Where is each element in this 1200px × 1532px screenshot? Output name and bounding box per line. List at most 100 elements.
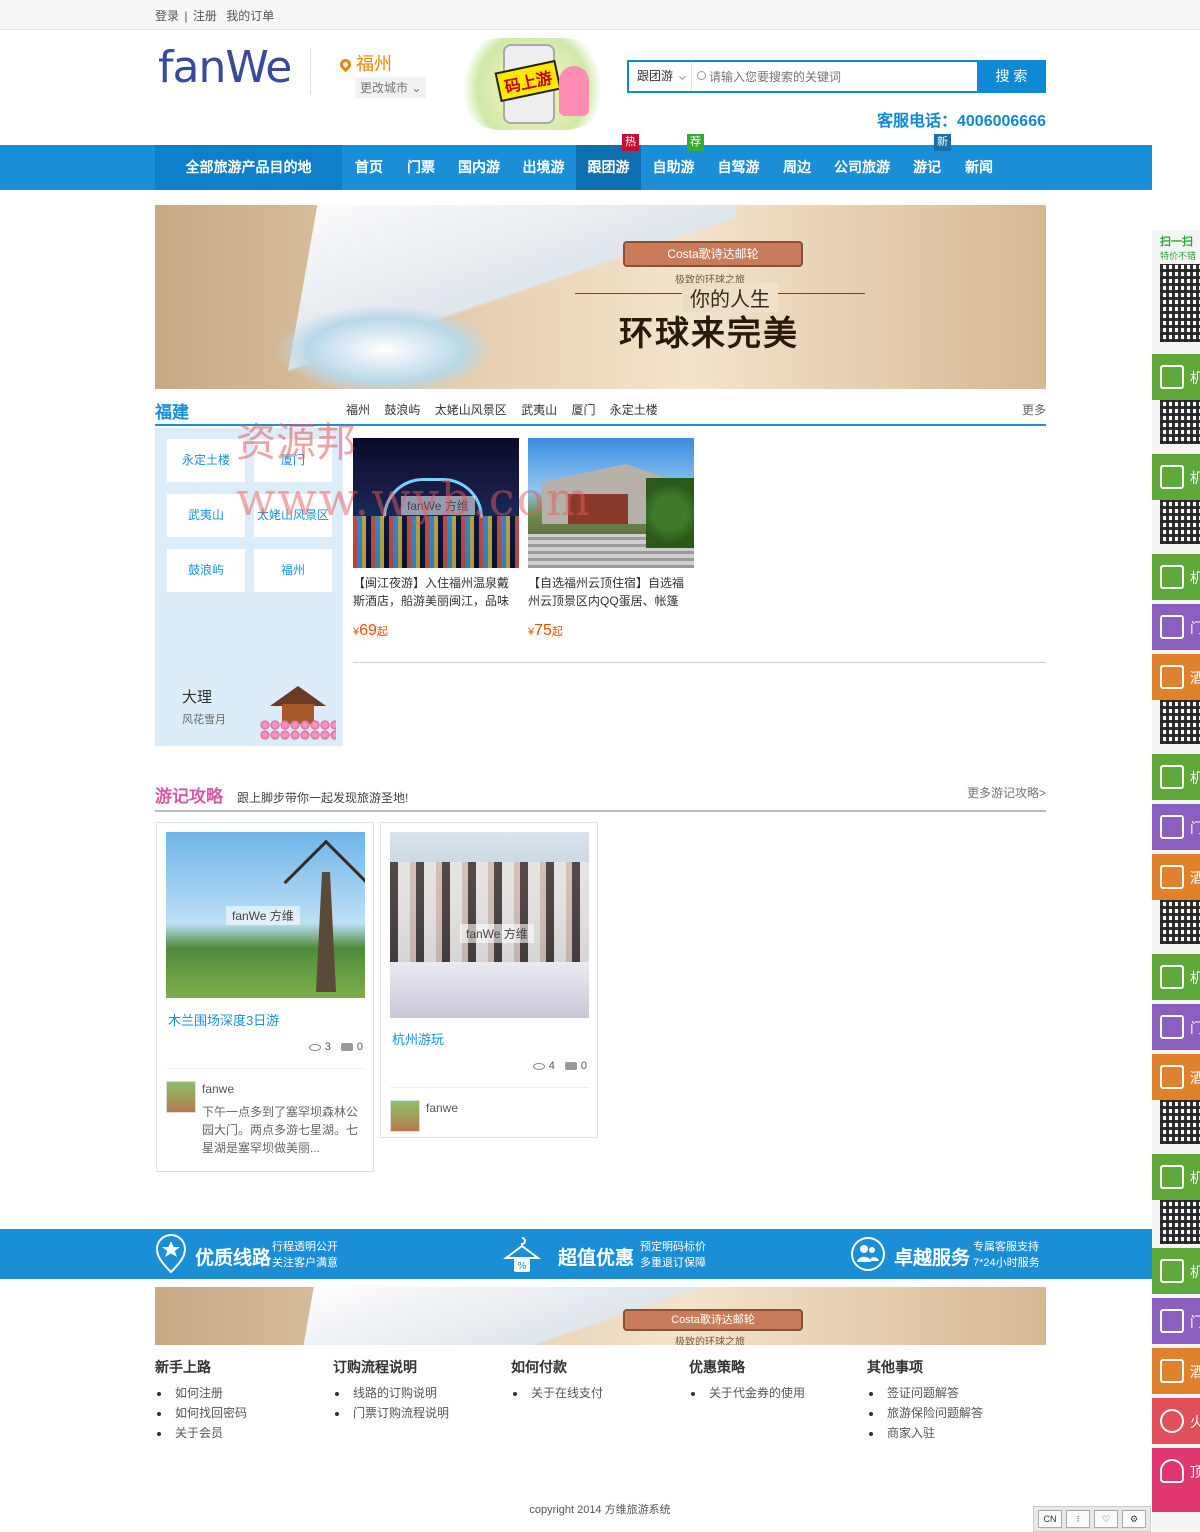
site-logo[interactable]: fanWe (158, 42, 292, 93)
favorite-button[interactable]: ♡ (1094, 1510, 1118, 1528)
tag-yongding[interactable]: 永定土楼 (167, 439, 245, 482)
footer-link[interactable]: 关于会员 (155, 1423, 247, 1443)
search-scope-select[interactable]: 跟团游 (629, 62, 692, 91)
tag-fuzhou[interactable]: 福州 (254, 549, 332, 592)
section-divider (353, 662, 1046, 663)
nav-self-guided[interactable]: 自助游 荐 (641, 134, 706, 190)
footer-link[interactable]: 签证问题解答 (867, 1383, 983, 1403)
side-tile-flight[interactable]: 机 (1152, 1154, 1200, 1200)
side-tile-flight[interactable]: 机 (1152, 754, 1200, 800)
avatar[interactable] (390, 1100, 420, 1132)
footer-link[interactable]: 如何找回密码 (155, 1403, 247, 1423)
side-tile-ticket[interactable]: 门 (1152, 804, 1200, 850)
nav-domestic[interactable]: 国内游 (447, 145, 511, 190)
register-link[interactable]: 注册 (193, 9, 217, 23)
nav-news[interactable]: 新闻 (953, 145, 1005, 190)
product-card[interactable]: 【自选福州云顶住宿】自选福州云顶景区内QQ蛋居、帐篷房... ¥75起 (528, 438, 694, 640)
notes-subtitle: 跟上脚步带你一起发现旅游圣地! (237, 791, 409, 805)
tab-gulangyu[interactable]: 鼓浪屿 (384, 403, 420, 417)
footer-link[interactable]: 如何注册 (155, 1383, 247, 1403)
nav-outbound[interactable]: 出境游 (511, 145, 576, 190)
note-image[interactable]: fanWe 方维 (390, 832, 589, 1018)
nav-company-trip[interactable]: 公司旅游 (823, 145, 901, 190)
footer-link[interactable]: 线路的订购说明 (333, 1383, 449, 1403)
footer-link[interactable]: 旅游保险问题解答 (867, 1403, 983, 1423)
side-tile-train[interactable]: 火 (1152, 1398, 1200, 1444)
tab-wuyishan[interactable]: 武夷山 (521, 403, 557, 417)
footer-link[interactable]: 商家入驻 (867, 1423, 983, 1443)
tab-fuzhou[interactable]: 福州 (346, 403, 370, 417)
side-tile-hotel[interactable]: 酒 (1152, 854, 1200, 900)
tab-xiamen[interactable]: 厦门 (571, 403, 595, 417)
note-card[interactable]: fanWe 方维 杭州游玩 40 fanwe (380, 822, 598, 1138)
note-author[interactable]: fanwe (426, 1101, 458, 1115)
footer-banner[interactable]: Costa歌诗达邮轮 极致的环球之旅 (155, 1287, 1046, 1345)
calendar-icon (1160, 615, 1184, 639)
promo-ad[interactable]: 码上游 (455, 38, 610, 130)
all-destinations-button[interactable]: 全部旅游产品目的地 (155, 145, 342, 190)
side-tile-flight[interactable]: 机 (1152, 554, 1200, 600)
lang-button[interactable]: CN (1038, 1510, 1062, 1528)
product-name[interactable]: 【自选福州云顶住宿】自选福州云顶景区内QQ蛋居、帐篷房... (528, 574, 694, 610)
footer-link[interactable]: 门票订购流程说明 (333, 1403, 449, 1423)
product-card[interactable]: fanWe 方维 【闽江夜游】入住福州温泉戴斯酒店，船游美丽闽江，品味夜... … (353, 438, 519, 640)
search-input[interactable] (693, 62, 978, 91)
tag-wuyishan[interactable]: 武夷山 (167, 494, 245, 537)
settings-button[interactable]: ⚙ (1122, 1510, 1146, 1528)
nav-nearby[interactable]: 周边 (771, 145, 823, 190)
feature-desc: 专属客服支持 7*24小时服务 (973, 1241, 1040, 1269)
qr-code-icon (1160, 900, 1200, 944)
note-title[interactable]: 木兰围场深度3日游 (168, 1010, 279, 1029)
more-notes-link[interactable]: 更多游记攻略> (967, 784, 1046, 801)
product-image[interactable]: fanWe 方维 (353, 438, 519, 568)
comment-icon (340, 1043, 353, 1052)
cruise-banner[interactable]: Costa歌诗达邮轮 极致的环球之旅 你的人生 环球来完美 (155, 205, 1046, 389)
avatar[interactable] (166, 1081, 196, 1113)
side-tile-flight[interactable]: 机 (1152, 354, 1200, 400)
nav-tickets[interactable]: 门票 (395, 145, 447, 190)
note-card[interactable]: fanWe 方维 木兰围场深度3日游 30 fanwe 下午一点多到了塞罕坝森林… (156, 822, 374, 1172)
side-tile-hotel[interactable]: 酒 (1152, 654, 1200, 700)
menu-button[interactable]: ⁝ (1066, 1510, 1090, 1528)
qr-code-icon[interactable] (1160, 264, 1200, 342)
tab-yongding[interactable]: 永定土楼 (610, 403, 658, 417)
side-tile-ticket[interactable]: 门 (1152, 1298, 1200, 1344)
side-tile-flight[interactable]: 机 (1152, 954, 1200, 1000)
side-tile-flight[interactable]: 机 (1152, 454, 1200, 500)
side-tile-ticket[interactable]: 门 (1152, 604, 1200, 650)
note-image[interactable]: fanWe 方维 (166, 832, 365, 998)
search-button[interactable]: 搜 索 (977, 60, 1046, 93)
note-title[interactable]: 杭州游玩 (392, 1029, 444, 1048)
back-to-top-button[interactable]: 顶 (1152, 1448, 1200, 1512)
nav-travel-notes[interactable]: 游记 新 (901, 134, 953, 190)
footer-link[interactable]: 关于代金券的使用 (689, 1383, 805, 1403)
svg-text:%: % (517, 1261, 527, 1272)
side-tile-flight[interactable]: 机 (1152, 1248, 1200, 1294)
hot-badge: 热 (622, 134, 639, 151)
tag-gulangyu[interactable]: 鼓浪屿 (167, 549, 245, 592)
side-tile-hotel[interactable]: 酒 (1152, 1054, 1200, 1100)
my-orders-link[interactable]: 我的订单 (226, 9, 274, 23)
new-badge: 新 (934, 134, 951, 151)
plane-icon (1160, 1259, 1184, 1283)
tag-xiamen[interactable]: 厦门 (254, 439, 332, 482)
product-image[interactable] (528, 438, 694, 568)
tag-taimushan[interactable]: 太姥山风景区 (254, 494, 332, 537)
nav-home[interactable]: 首页 (343, 145, 395, 190)
product-name[interactable]: 【闽江夜游】入住福州温泉戴斯酒店，船游美丽闽江，品味夜... (353, 574, 519, 610)
product-price: ¥69起 (353, 622, 388, 639)
recommend-badge: 荐 (687, 134, 704, 151)
footer-link[interactable]: 关于在线支付 (511, 1383, 603, 1403)
change-city-button[interactable]: 更改城市 ⌄ (355, 77, 427, 98)
feature-title: 卓越服务 (894, 1248, 971, 1269)
note-author[interactable]: fanwe (202, 1082, 234, 1096)
dali-promo[interactable]: 大理 风花雪月 (182, 686, 226, 727)
side-tile-ticket[interactable]: 门 (1152, 1004, 1200, 1050)
login-link[interactable]: 登录 (155, 9, 179, 23)
side-tile-hotel[interactable]: 酒 (1152, 1348, 1200, 1394)
tab-taimushan[interactable]: 太姥山风景区 (435, 403, 507, 417)
nav-group-tour[interactable]: 跟团游 热 (576, 134, 641, 190)
feature-strip: 优质线路 行程透明公开 关注客户满意 % 超值优惠 预定明码标价 多重退订保障 卓越… (0, 1229, 1152, 1279)
more-link[interactable]: 更多 (1022, 401, 1046, 418)
nav-self-drive[interactable]: 自驾游 (706, 145, 771, 190)
